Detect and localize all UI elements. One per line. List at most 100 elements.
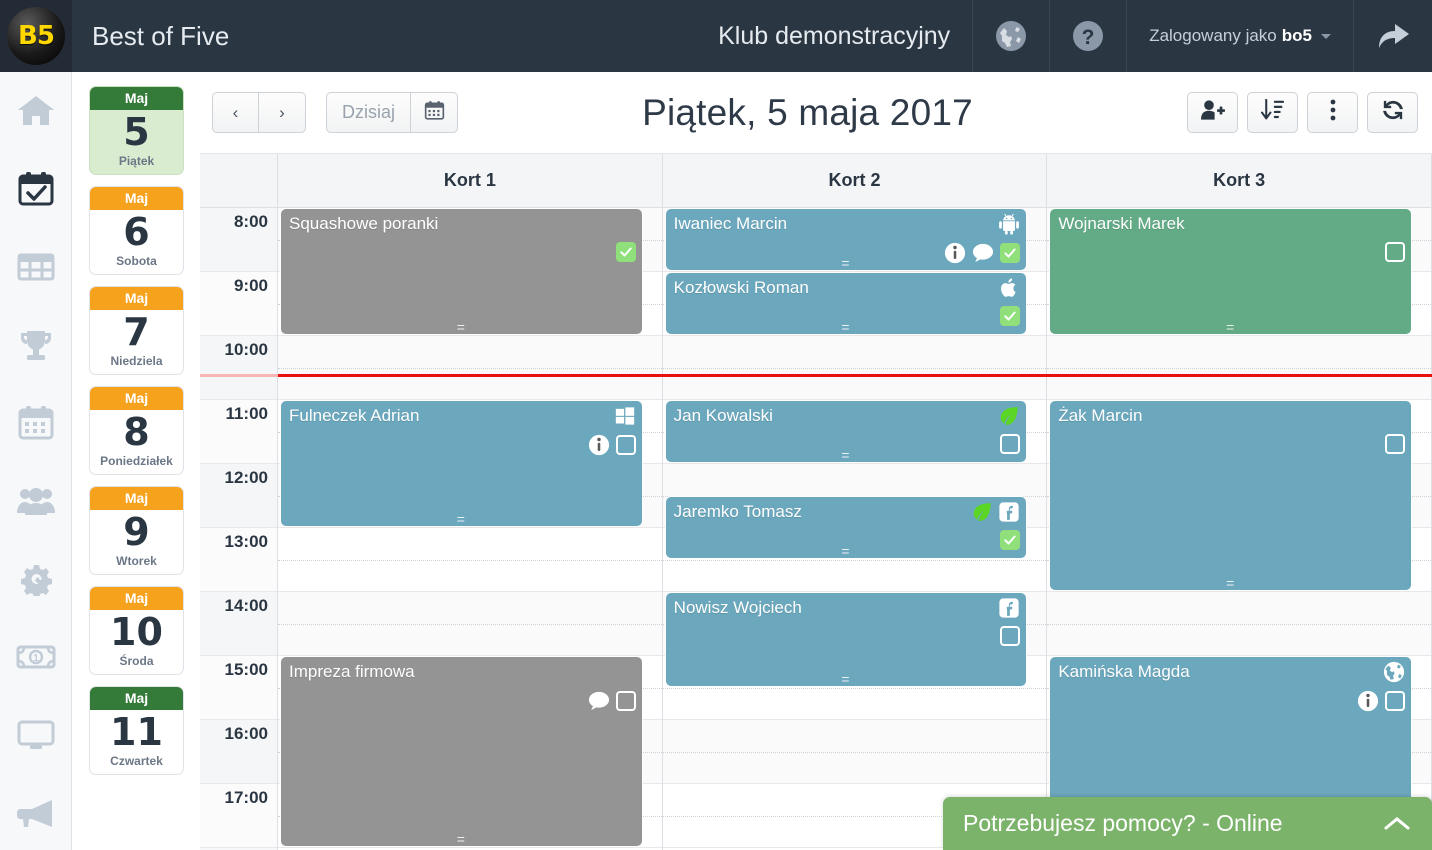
add-user-button[interactable] [1187,92,1238,133]
today-button[interactable]: Dzisiaj [326,92,412,133]
check-empty-icon[interactable] [1385,434,1406,454]
rail-item-reservations[interactable] [0,150,71,228]
calendar-event[interactable]: Impreza firmowa = [281,657,642,846]
check-empty-icon[interactable] [615,435,636,455]
chevron-up-icon[interactable] [1384,816,1410,832]
time-slot[interactable] [278,336,662,400]
calendar-event[interactable]: Iwaniec Marcin = [665,209,1027,270]
court-column-2[interactable]: Wojnarski Marek = Żak Marcin = Kamińska Magd… [1047,208,1432,850]
calendar-event[interactable]: Wojnarski Marek = [1050,209,1412,334]
check-empty-icon[interactable] [1385,242,1406,262]
event-resize-handle[interactable]: = [1050,576,1411,590]
day-card-9[interactable]: Maj 9 Wtorek [89,486,184,575]
current-time-line-gutter [200,374,278,378]
day-card-8[interactable]: Maj 8 Poniedziałek [89,386,184,475]
day-card-number: 8 [123,410,150,454]
rail-item-clients[interactable] [0,462,71,540]
check-empty-icon[interactable] [615,691,636,711]
event-resize-handle[interactable]: = [666,320,1027,334]
icon-rail: 1 [0,72,72,850]
time-slot[interactable] [1047,336,1432,400]
sort-button[interactable] [1247,92,1298,133]
time-slot[interactable] [662,720,1047,784]
check-done-icon[interactable] [615,242,636,262]
event-badges [998,597,1020,619]
court-column-1[interactable]: Iwaniec Marcin = Kozłowski Roman = Jan Kowal… [662,208,1048,850]
user-menu-button[interactable]: Zalogowany jako bo5 [1126,0,1353,72]
day-card-weekday: Środa [119,654,154,668]
calendar-event[interactable]: Squashowe poranki = [281,209,642,334]
rail-item-calendar[interactable] [0,384,71,462]
calendar-event[interactable]: Fulneczek Adrian = [281,401,642,526]
rail-item-table[interactable] [0,228,71,306]
court-header-0[interactable]: Kort 1 [278,154,663,207]
event-resize-handle[interactable]: = [666,256,1027,270]
time-label: 15:00 [224,660,268,679]
court-header-2[interactable]: Kort 3 [1047,154,1432,207]
logo[interactable]: B5 [0,0,72,72]
court-column-0[interactable]: Squashowe poranki = Fulneczek Adrian = Impre… [278,208,663,850]
info-circle-icon[interactable] [588,434,610,456]
time-label-row: 14:00 [200,592,277,656]
calendar-toolbar: ‹ › Dzisiaj Piątek, 5 maja 2017 [200,72,1432,154]
day-card-month: Maj [90,387,183,410]
comment-icon[interactable] [588,690,610,712]
day-card-5[interactable]: Maj 5 Piątek [89,86,184,175]
event-title: Kozłowski Roman [673,278,809,297]
rail-item-screen[interactable] [0,696,71,774]
half-hour-divider [662,688,1047,689]
time-label: 11:00 [225,404,268,423]
chevron-down-icon [1321,33,1331,39]
event-badges [998,405,1020,427]
day-card-10[interactable]: Maj 10 Środa [89,586,184,675]
time-label-row: 12:00 [200,464,277,528]
language-button[interactable] [972,0,1049,72]
rail-item-finance[interactable]: 1 [0,618,71,696]
event-resize-handle[interactable]: = [666,672,1027,686]
time-slot[interactable] [1047,592,1432,656]
time-label-row: 15:00 [200,656,277,720]
time-slot[interactable] [278,528,662,592]
event-title: Fulneczek Adrian [289,406,420,425]
event-resize-handle[interactable]: = [281,832,642,846]
page-title: Piątek, 5 maja 2017 [642,91,973,133]
money-icon: 1 [16,644,56,670]
prev-day-button[interactable]: ‹ [212,92,259,133]
help-chat-widget[interactable]: Potrzebujesz pomocy? - Online [943,797,1432,850]
event-resize-handle[interactable]: = [666,544,1027,558]
date-nav-group: ‹ › [212,92,306,133]
check-empty-icon[interactable] [1000,626,1021,646]
check-empty-icon[interactable] [1385,691,1406,711]
rail-item-tournaments[interactable] [0,306,71,384]
day-card-6[interactable]: Maj 6 Sobota [89,186,184,275]
day-card-11[interactable]: Maj 11 Czwartek [89,686,184,775]
cogs-icon [16,562,56,596]
logout-button[interactable] [1353,0,1432,72]
globe-icon [995,20,1027,52]
court-header-1[interactable]: Kort 2 [663,154,1048,207]
rail-item-marketing[interactable] [0,774,71,850]
rail-item-settings[interactable] [0,540,71,618]
calendar-event[interactable]: Żak Marcin = [1050,401,1412,590]
rail-item-home[interactable] [0,72,71,150]
calendar-event[interactable]: Jaremko Tomasz = [665,497,1027,558]
next-day-button[interactable]: › [259,92,306,133]
more-button[interactable] [1307,92,1358,133]
event-resize-handle[interactable]: = [666,448,1027,462]
event-resize-handle[interactable]: = [1050,320,1411,334]
event-resize-handle[interactable]: = [281,320,642,334]
event-icons [1357,690,1406,712]
help-button[interactable]: ? [1049,0,1126,72]
logo-text: B5 [7,7,65,65]
refresh-button[interactable] [1367,92,1418,133]
event-resize-handle[interactable]: = [281,512,642,526]
calendar-event[interactable]: Kozłowski Roman = [665,273,1027,334]
time-slot[interactable] [278,592,662,656]
day-card-7[interactable]: Maj 7 Niedziela [89,286,184,375]
ellipsis-vertical-icon [1330,99,1336,126]
calendar-event[interactable]: Nowisz Wojciech = [665,593,1027,686]
time-slot[interactable] [662,336,1047,400]
calendar-event[interactable]: Jan Kowalski = [665,401,1027,462]
info-circle-icon[interactable] [1357,690,1379,712]
day-card-month: Maj [90,87,183,110]
